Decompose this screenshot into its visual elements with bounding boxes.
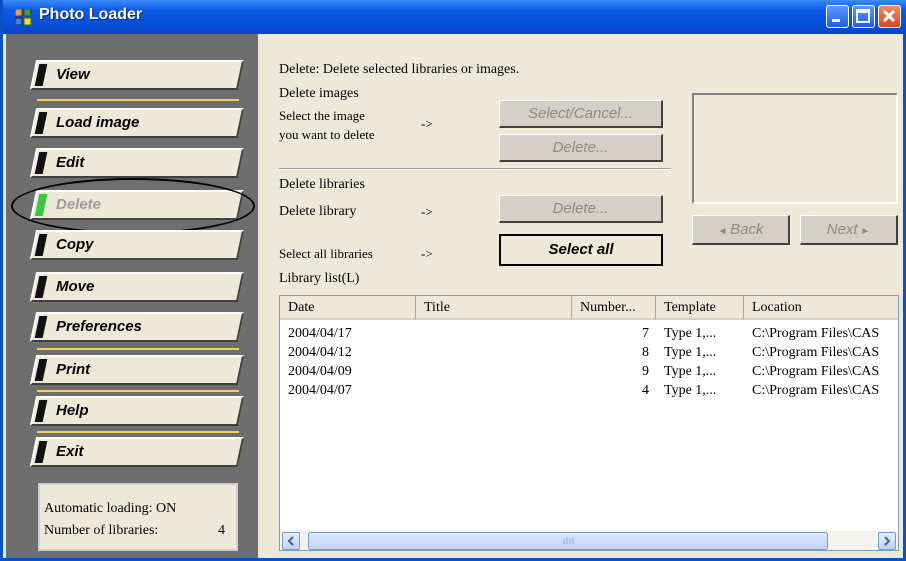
select-all-text: Select all libraries	[279, 246, 373, 261]
status-panel: Automatic loading: ON Number of librarie…	[38, 483, 238, 551]
arrow-indicator: ->	[421, 246, 433, 261]
nav-edit-label: Edit	[56, 154, 85, 171]
nav-copy-label: Copy	[56, 236, 94, 253]
delete-image-button[interactable]: Delete...	[499, 134, 663, 162]
app-icon	[15, 9, 32, 25]
nav-help-label: Help	[56, 402, 89, 419]
nav-separator	[37, 348, 239, 350]
nav-separator	[37, 431, 239, 433]
close-button[interactable]	[878, 5, 901, 28]
nav-preferences-label: Preferences	[56, 318, 142, 335]
maximize-icon	[856, 9, 870, 23]
library-list-label: Library list(L)	[279, 271, 360, 286]
scroll-left-button[interactable]	[282, 532, 300, 550]
cell-location: C:\Program Files\CAS	[752, 345, 880, 360]
cell-template: Type 1,...	[664, 326, 717, 341]
back-button[interactable]: ◄ Back	[692, 215, 790, 245]
grip-icon	[563, 538, 574, 544]
nav-marker	[34, 359, 48, 381]
close-icon	[882, 9, 896, 23]
cell-number: 9	[642, 364, 649, 379]
nav-marker	[34, 112, 48, 134]
app-window: Photo Loader View Load image Edit Delete…	[0, 0, 906, 561]
cell-template: Type 1,...	[664, 345, 717, 360]
libraries-count-label: Number of libraries:	[44, 523, 159, 538]
column-header-date[interactable]: Date	[280, 296, 416, 320]
libraries-count-value: 4	[218, 523, 225, 538]
cell-template: Type 1,...	[664, 364, 717, 379]
nav-separator	[37, 99, 239, 101]
cell-date: 2004/04/09	[288, 364, 352, 379]
column-header-location[interactable]: Location	[744, 296, 898, 320]
delete-images-heading: Delete images	[279, 86, 359, 101]
cell-date: 2004/04/17	[288, 326, 352, 341]
chevron-right-icon	[884, 536, 891, 546]
chevron-left-icon	[287, 536, 294, 546]
column-header-title[interactable]: Title	[416, 296, 572, 320]
nav-marker	[34, 400, 48, 422]
delete-library-button[interactable]: Delete...	[499, 195, 663, 223]
nav-marker	[34, 64, 48, 86]
cell-date: 2004/04/12	[288, 345, 352, 360]
next-button[interactable]: Next ►	[800, 215, 898, 245]
next-arrow-icon: ►	[857, 226, 871, 237]
cell-number: 4	[642, 383, 649, 398]
window-title: Photo Loader	[39, 6, 143, 23]
nav-marker	[34, 234, 48, 256]
image-preview	[692, 93, 898, 204]
horizontal-scrollbar[interactable]	[280, 531, 898, 550]
delete-libraries-heading: Delete libraries	[279, 177, 365, 192]
delete-library-text: Delete library	[279, 204, 357, 219]
nav-marker	[34, 316, 48, 338]
cell-number: 8	[642, 345, 649, 360]
arrow-indicator: ->	[421, 204, 433, 219]
nav-move-label: Move	[56, 278, 95, 295]
select-cancel-button[interactable]: Select/Cancel...	[499, 100, 663, 128]
cell-location: C:\Program Files\CAS	[752, 326, 880, 341]
title-bar[interactable]: Photo Loader	[3, 0, 906, 34]
library-list-table[interactable]: Date Title Number... Template Location 2…	[279, 295, 899, 551]
nav-separator	[37, 390, 239, 392]
minimize-icon	[832, 19, 840, 22]
nav-print-label: Print	[56, 361, 91, 378]
select-image-text-1: Select the image	[279, 108, 365, 123]
cell-template: Type 1,...	[664, 383, 717, 398]
nav-marker	[34, 152, 48, 174]
nav-marker	[34, 441, 48, 463]
nav-exit-label: Exit	[56, 443, 84, 460]
scrollbar-thumb[interactable]	[308, 532, 828, 550]
nav-marker	[34, 276, 48, 298]
minimize-button[interactable]	[826, 5, 849, 28]
back-arrow-icon: ◄	[717, 226, 731, 237]
cell-date: 2004/04/07	[288, 383, 352, 398]
select-image-text-2: you want to delete	[279, 127, 375, 142]
column-header-template[interactable]: Template	[656, 296, 744, 320]
scroll-right-button[interactable]	[878, 532, 896, 550]
highlight-ellipse	[11, 178, 255, 234]
auto-loading-status: Automatic loading: ON	[44, 501, 177, 516]
column-header-number[interactable]: Number...	[572, 296, 656, 320]
nav-view-label: View	[56, 66, 90, 83]
select-all-button[interactable]: Select all	[499, 234, 663, 266]
cell-location: C:\Program Files\CAS	[752, 364, 880, 379]
section-divider	[279, 168, 671, 170]
nav-load-image-label: Load image	[56, 114, 140, 131]
cell-location: C:\Program Files\CAS	[752, 383, 880, 398]
arrow-indicator: ->	[421, 116, 433, 131]
delete-description: Delete: Delete selected libraries or ima…	[279, 62, 520, 77]
maximize-button[interactable]	[852, 5, 875, 28]
cell-number: 7	[642, 326, 649, 341]
